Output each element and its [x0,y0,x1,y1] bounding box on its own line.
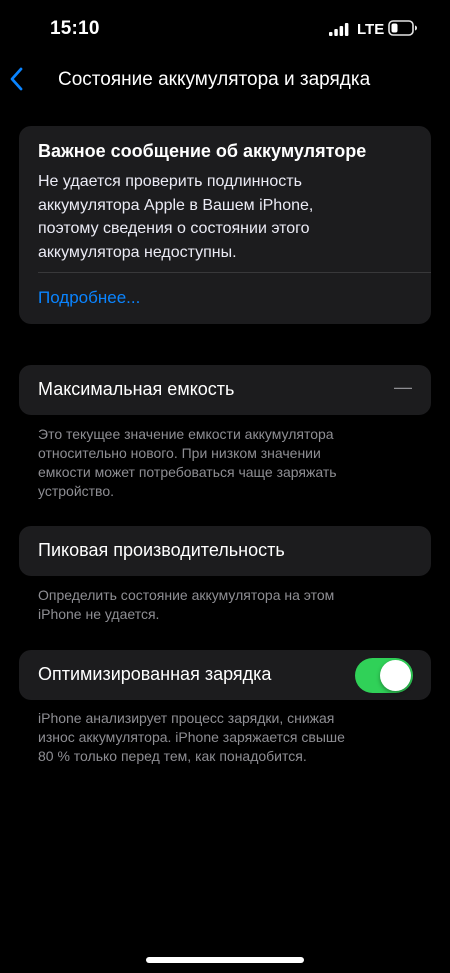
max-capacity-footnote: Это текущее значение емкости аккумулятор… [38,425,418,501]
page-title: Состояние аккумулятора и зарядка [58,69,371,90]
status-bar: 15:10 LTE [0,0,450,60]
alert-message-line: аккумулятора недоступны. [38,243,237,261]
footnote-line: относительно нового. При низком значении [38,445,321,461]
peak-performance-footnote: Определить состояние аккумулятора на это… [38,586,418,624]
footnote-line: Это текущее значение емкости аккумулятор… [38,426,334,442]
max-capacity-value: — [394,377,412,397]
optimized-charging-toggle[interactable] [355,658,413,693]
divider [38,272,431,273]
peak-performance-label: Пиковая производительность [38,540,285,560]
alert-message: Не удается проверить подлинность аккумул… [38,170,418,264]
footnote-line: Определить состояние аккумулятора на это… [38,587,335,603]
max-capacity-row: Максимальная емкость — [19,365,431,415]
optimized-charging-row: Оптимизированная зарядка [19,650,431,700]
alert-message-line: Не удается проверить подлинность [38,173,302,190]
footnote-line: 80 % только перед тем, как понадобится. [38,748,307,764]
peak-performance-row: Пиковая производительность [19,526,431,576]
footnote-line: устройство. [38,483,115,499]
footnote-line: износ аккумулятора. iPhone заряжается св… [38,729,345,745]
battery-alert-card: Важное сообщение об аккумуляторе Не удае… [19,126,431,324]
learn-more-link[interactable]: Подробнее... [38,288,140,308]
toggle-knob [380,660,411,691]
cellular-signal-icon [329,23,349,36]
network-type: LTE [357,21,385,38]
home-indicator[interactable] [146,957,304,963]
battery-icon [388,20,417,36]
optimized-charging-label: Оптимизированная зарядка [38,664,272,684]
max-capacity-label: Максимальная емкость [38,379,235,399]
footnote-line: iPhone не удается. [38,606,160,622]
status-time: 15:10 [50,18,100,39]
optimized-charging-footnote: iPhone анализирует процесс зарядки, сниж… [38,709,418,766]
footnote-line: емкости может потребоваться чаще заряжат… [38,464,337,480]
navigation-bar: Состояние аккумулятора и зарядка [0,58,450,102]
alert-title: Важное сообщение об аккумуляторе [38,141,367,161]
alert-message-line: аккумулятора Apple в Вашем iPhone, [38,196,314,214]
chevron-left-icon[interactable] [6,66,30,92]
footnote-line: iPhone анализирует процесс зарядки, сниж… [38,710,335,726]
alert-message-line: поэтому сведения о состоянии этого [38,220,310,237]
